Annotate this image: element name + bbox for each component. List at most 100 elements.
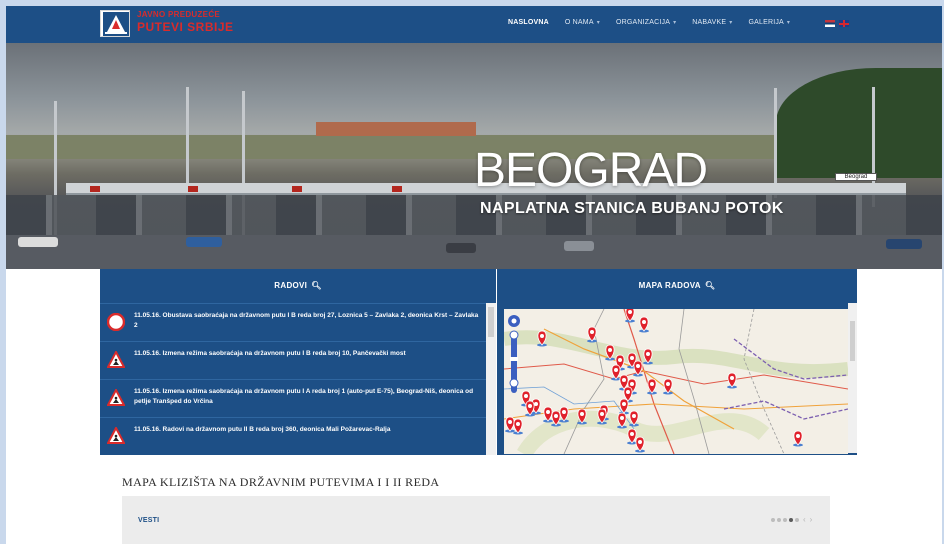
logo-line-2: PUTEVI SRBIJE — [137, 20, 234, 34]
map-pin-icon[interactable] — [543, 406, 553, 423]
site-frame: JAVNO PREDUZEĆE PUTEVI SRBIJE NASLOVNA O … — [6, 6, 942, 544]
nav-item-label: NABAVKE — [692, 19, 727, 26]
map-pin-icon[interactable] — [643, 348, 653, 365]
street-lamp — [186, 87, 189, 187]
map-pin-icon[interactable] — [663, 378, 673, 395]
toll-booths — [6, 195, 942, 235]
pager-dot[interactable] — [795, 518, 799, 522]
chevron-right-icon[interactable]: › — [810, 516, 813, 524]
pager-dot[interactable] — [771, 518, 775, 522]
map-pin-icon[interactable] — [793, 430, 803, 447]
top-navigation-bar: JAVNO PREDUZEĆE PUTEVI SRBIJE NASLOVNA O … — [6, 6, 942, 43]
nav-item-2[interactable]: ORGANIZACIJA ▾ — [616, 19, 676, 26]
radovi-heading[interactable]: RADOVI 🔍︎ — [100, 269, 496, 303]
nav-item-label: GALERIJA — [748, 19, 784, 26]
logo-icon[interactable] — [100, 10, 130, 37]
map-pin-icon[interactable] — [639, 316, 649, 333]
radovi-heading-label: RADOVI — [274, 281, 308, 290]
toll-light — [292, 186, 302, 192]
map-pin-icon[interactable] — [617, 412, 627, 429]
vesti-box: VESTI ‹ › — [122, 496, 830, 544]
pager-dot[interactable] — [777, 518, 781, 522]
map-pin-icon[interactable] — [513, 418, 523, 435]
english-flag-icon[interactable] — [839, 20, 849, 27]
pager-dot[interactable] — [783, 518, 787, 522]
map-pin-icon[interactable] — [587, 326, 597, 343]
mapa-radova-panel: MAPA RADOVA 🔍︎ — [497, 269, 857, 455]
hero-title: BEOGRAD — [474, 144, 708, 197]
nav-item-label: O NAMA — [564, 19, 594, 26]
mapa-radova-heading-label: MAPA RADOVA — [638, 281, 701, 290]
radovi-list-item[interactable]: 11.05.16. Obustava saobraćaja na državno… — [100, 303, 486, 340]
radovi-item-text: 11.05.16. Izmena režima saobraćaja na dr… — [134, 388, 474, 405]
mapa-radova-heading[interactable]: MAPA RADOVA 🔍︎ — [497, 269, 857, 303]
vehicle — [886, 239, 922, 249]
nav-item-1[interactable]: O NAMA ▾ — [565, 19, 600, 26]
logo-line-1: JAVNO PREDUZEĆE — [137, 10, 221, 19]
vesti-label[interactable]: VESTI — [138, 517, 159, 524]
map-pin-icon[interactable] — [505, 416, 515, 433]
works-map[interactable] — [504, 309, 848, 454]
radovi-item-text: 11.05.16. Obustava saobraćaja na državno… — [134, 312, 479, 329]
vehicle — [186, 237, 222, 247]
map-scrollbar[interactable] — [848, 303, 857, 453]
map-pin-icon[interactable] — [633, 360, 643, 377]
search-icon[interactable]: 🔍︎ — [705, 281, 715, 290]
radovi-list-item[interactable]: 11.05.16. Radovi na državnom putu II B r… — [100, 417, 486, 454]
radovi-scrollbar-thumb[interactable] — [488, 307, 494, 337]
map-pin-icon[interactable] — [605, 344, 615, 361]
language-switcher — [825, 20, 849, 27]
hero-banner: Beograd BEOGRAD NAPLATNA STANICA BUBANJ … — [6, 43, 942, 269]
map-pin-icon[interactable] — [597, 408, 607, 425]
vehicle — [564, 241, 594, 251]
radovi-panel: RADOVI 🔍︎ 11.05.16. Obustava saobraćaja n… — [100, 269, 496, 455]
map-pin-icon[interactable] — [635, 436, 645, 453]
street-lamp — [774, 88, 777, 198]
logo-text[interactable]: JAVNO PREDUZEĆE PUTEVI SRBIJE — [137, 10, 234, 34]
serbian-flag-icon[interactable] — [825, 20, 835, 27]
radovi-list: 11.05.16. Obustava saobraćaja na državno… — [100, 303, 486, 455]
pager-dot[interactable] — [789, 518, 793, 522]
map-pin-icon[interactable] — [647, 378, 657, 395]
landslide-map-link[interactable]: MAPA KLIZIŠTA NA DRŽAVNIM PUTEVIMA I I I… — [122, 475, 439, 490]
no-entry-sign-icon — [106, 312, 126, 332]
map-pin-icon[interactable] — [727, 372, 737, 389]
map-pin-icon[interactable] — [577, 408, 587, 425]
chevron-down-icon: ▾ — [596, 20, 600, 26]
map-pin-icon[interactable] — [551, 410, 561, 427]
map-pin-icon[interactable] — [525, 400, 535, 417]
radovi-item-text: 11.05.16. Radovi na državnom putu II B r… — [134, 426, 391, 433]
toll-light — [90, 186, 100, 192]
hero-subtitle: NAPLATNA STANICA BUBANJ POTOK — [480, 200, 784, 217]
vehicle — [18, 237, 58, 247]
map-scrollbar-thumb[interactable] — [850, 321, 855, 361]
nav-item-4[interactable]: GALERIJA ▾ — [748, 19, 790, 26]
chevron-down-icon: ▾ — [786, 20, 791, 26]
map-pin-icon[interactable] — [559, 406, 569, 423]
hero-road-sign: Beograd — [835, 173, 877, 181]
radovi-scrollbar[interactable] — [486, 303, 496, 455]
hero-background-building — [316, 122, 476, 136]
roadworks-sign-icon — [106, 425, 126, 445]
map-pin-icon[interactable] — [629, 410, 639, 427]
chevron-down-icon: ▾ — [673, 20, 677, 26]
roadworks-sign-icon — [106, 387, 126, 407]
page: JAVNO PREDUZEĆE PUTEVI SRBIJE NASLOVNA O … — [0, 0, 944, 544]
radovi-list-item[interactable]: 11.05.16. Izmena režima saobraćaja na dr… — [100, 341, 486, 378]
toll-light — [392, 186, 402, 192]
hero-background-hill — [776, 68, 942, 178]
radovi-list-item[interactable]: 11.05.16. Izmena režima saobraćaja na dr… — [100, 379, 486, 416]
map-pin-icon[interactable] — [537, 330, 547, 347]
vehicle — [446, 243, 476, 253]
nav-item-label: ORGANIZACIJA — [615, 19, 671, 26]
roadworks-sign-icon — [106, 349, 126, 369]
map-pin-icon[interactable] — [619, 398, 629, 415]
chevron-left-icon[interactable]: ‹ — [803, 516, 806, 524]
vesti-pager: ‹ › — [771, 516, 812, 524]
search-icon[interactable]: 🔍︎ — [311, 281, 321, 290]
map-pin-icon[interactable] — [625, 309, 635, 323]
radovi-item-text: 11.05.16. Izmena režima saobraćaja na dr… — [134, 350, 406, 357]
nav-item-3[interactable]: NABAVKE ▾ — [692, 19, 732, 26]
map-pin-icon[interactable] — [611, 364, 621, 381]
nav-item-0[interactable]: NASLOVNA — [508, 19, 549, 26]
